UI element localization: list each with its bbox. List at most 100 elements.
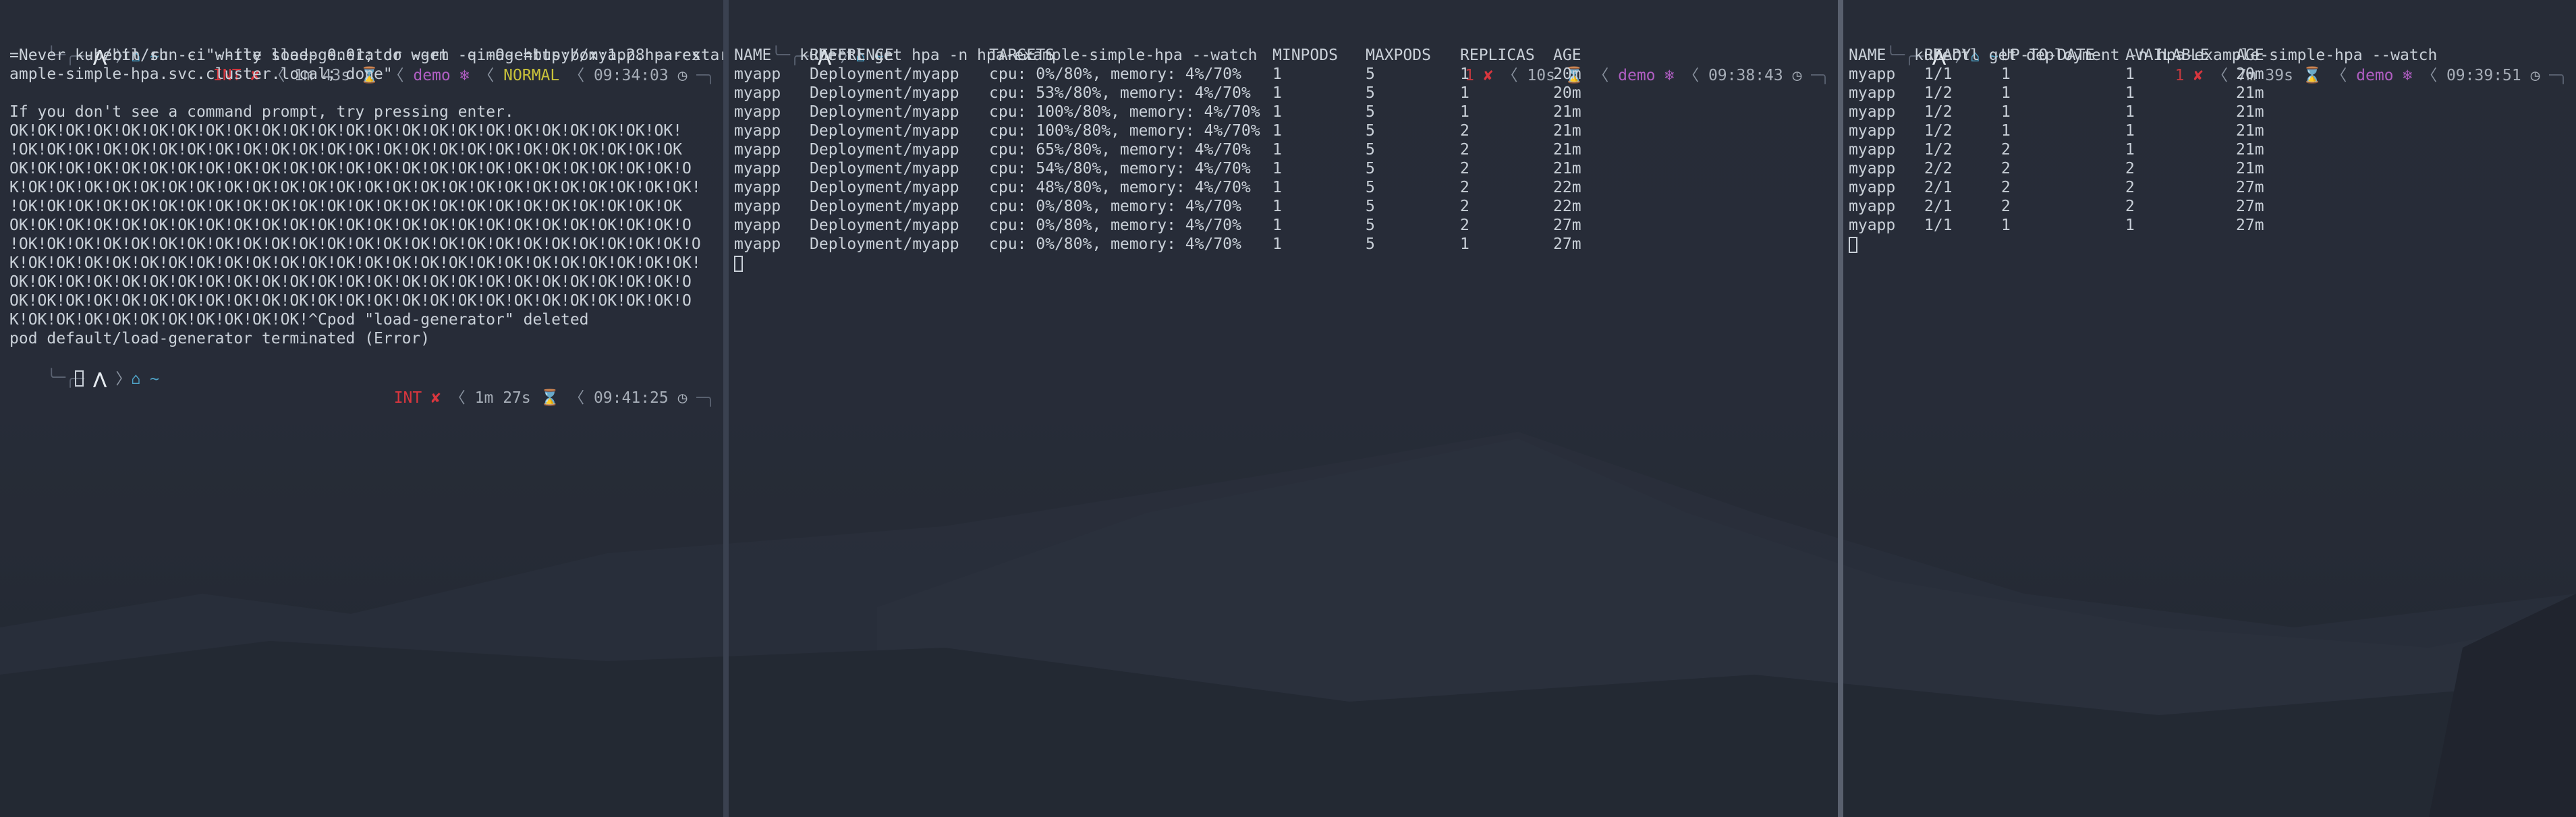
terminal-pane-left[interactable]: ╭─ ⋀ 〉⌂ ~ INT ✘ 〈 1m 43s ⌛ 〈 demo ❄ 〈 NO… [0,0,723,817]
table-cell: myapp [734,103,781,121]
table-cell: 2/1 [1924,198,1953,215]
table-cell: 2 [1460,198,1469,215]
table-cell: 1 [2001,65,2011,83]
table-cell: 1/1 [1924,217,1953,234]
table-cell: 2 [2001,198,2011,215]
table-cell: 2 [2001,179,2011,196]
table-cell: 5 [1366,65,1375,83]
table-cell: 1 [2001,217,2011,234]
table-cell: 1 [1272,65,1282,83]
output-line: OK!OK!OK!OK!OK!OK!OK!OK!OK!OK!OK!OK!OK!O… [9,122,682,140]
table-cell: 2 [1460,179,1469,196]
table-cell: myapp [1849,141,1896,159]
table-cell: 1/1 [1924,65,1953,83]
table-cell: cpu: 0%/80%, memory: 4%/70% [989,65,1241,83]
table-row: myapp Deployment/myapp cpu: 65%/80%, memor… [734,140,1838,159]
table-cell: myapp [1849,103,1896,121]
table-cell: myapp [734,198,781,215]
table-cell: 27m [2236,198,2264,215]
output-line: !OK!OK!OK!OK!OK!OK!OK!OK!OK!OK!OK!OK!OK!… [9,141,682,159]
table-cell: myapp [734,122,781,140]
cross-icon: ✘ [431,389,441,407]
column-header: REPLICAS [1460,47,1535,64]
table-cell: myapp [1849,84,1896,102]
output-line: K!OK!OK!OK!OK!OK!OK!OK!OK!OK!OK!OK!OK!OK… [9,254,701,272]
table-header: NAME READY UP-TO-DATE AVAILABLE AGE [1849,46,2576,65]
table-cell: 2 [2125,198,2135,215]
clock-icon: ◷ [677,389,688,407]
table-cell: 1 [1272,84,1282,102]
table-cell: cpu: 0%/80%, memory: 4%/70% [989,198,1241,215]
table-cell: Deployment/myapp [810,160,959,177]
table-row: myapp Deployment/myapp cpu: 0%/80%, memory… [734,197,1838,216]
table-row: myapp 1/2 1 1 21m [1849,121,2576,140]
table-cell: 1 [1460,65,1469,83]
prompt-bar: ╭─ ⋀ 〉⌂ ~ 1 ✘ 〈 7m 39s ⌛ 〈 demo ❄ 〈 09:3… [1905,48,2568,84]
table-cell: 1 [1460,103,1469,121]
table-cell: 1 [2125,84,2135,102]
table-cell: 1/2 [1924,84,1953,102]
output-line: OK!OK!OK!OK!OK!OK!OK!OK!OK!OK!OK!OK!OK!O… [9,217,692,234]
table-cell: 20m [2236,65,2264,83]
table-row: myapp Deployment/myapp cpu: 100%/80%, memo… [734,103,1838,121]
prompt-bar: ╭─ ⋀ 〉⌂ ~ INT ✘ 〈 1m 43s ⌛ 〈 demo ❄ 〈 NO… [65,48,715,84]
table-cell: 2/1 [1924,179,1953,196]
table-cell: 1 [2125,103,2135,121]
table-cell: 2/2 [1924,160,1953,177]
table-cell: 20m [1553,65,1581,83]
column-header: TARGETS [989,47,1055,64]
table-row: myapp Deployment/myapp cpu: 54%/80%, memor… [734,159,1838,178]
table-cell: myapp [1849,179,1896,196]
table-cell: Deployment/myapp [810,122,959,140]
arch-linux-icon: ⋀ [93,370,107,388]
terminal-pane-middle[interactable]: ╭─ ⋀ 〉⌂ ~ 1 ✘ 〈 10s ⌛ 〈 demo ❄ 〈 09:38:4… [729,0,1838,817]
table-row: myapp Deployment/myapp cpu: 53%/80%, memor… [734,84,1838,103]
table-cell: 5 [1366,235,1375,253]
output-line: !OK!OK!OK!OK!OK!OK!OK!OK!OK!OK!OK!OK!OK!… [9,235,701,253]
table-row: myapp 2/2 2 2 21m [1849,159,2576,178]
table-cell: myapp [734,217,781,234]
column-header: AGE [1553,47,1581,64]
table-row: myapp 2/1 2 2 27m [1849,178,2576,197]
column-header: MINPODS [1272,47,1338,64]
table-cell: 1 [2001,122,2011,140]
table-cell: 5 [1366,141,1375,159]
table-cell: myapp [1849,160,1896,177]
terminal-pane-right[interactable]: ╭─ ⋀ 〉⌂ ~ 1 ✘ 〈 7m 39s ⌛ 〈 demo ❄ 〈 09:3… [1843,0,2576,817]
terminal-cursor [1849,236,1857,253]
output-line: K!OK!OK!OK!OK!OK!OK!OK!OK!OK!OK!OK!OK!OK… [9,179,701,196]
column-header: NAME [734,47,772,64]
cwd: ~ [150,370,159,388]
input-line[interactable] [1849,235,1857,254]
table-cell: cpu: 65%/80%, memory: 4%/70% [989,141,1251,159]
table-cell: cpu: 54%/80%, memory: 4%/70% [989,160,1251,177]
table-cell: 21m [2236,122,2264,140]
input-line[interactable]: ╰─ [9,349,723,387]
command-duration: 1m 27s [474,389,531,407]
table-cell: 21m [1553,122,1581,140]
pane-divider[interactable] [1838,0,1843,817]
terminal-cursor [734,255,743,272]
output-line: K!OK!OK!OK!OK!OK!OK!OK!OK!OK!OK!^Cpod "l… [9,311,589,329]
table-cell: myapp [1849,217,1896,234]
table-cell: 27m [1553,217,1581,234]
table-cell: Deployment/myapp [810,198,959,215]
table-cell: cpu: 0%/80%, memory: 4%/70% [989,217,1241,234]
exit-status: INT [393,389,422,407]
column-header: REFERENCE [810,47,894,64]
pane-divider[interactable] [723,0,729,817]
table-row: myapp 2/1 2 2 27m [1849,197,2576,216]
table-header: NAME REFERENCE TARGETS MINPODS MAXPODS REPLIC… [734,46,1838,65]
table-cell: 21m [1553,141,1581,159]
table-cell: 22m [1553,179,1581,196]
table-cell: myapp [734,65,781,83]
table-cell: 27m [2236,217,2264,234]
input-line[interactable] [734,254,743,273]
table-cell: 21m [1553,160,1581,177]
table-cell: 27m [1553,235,1581,253]
table-cell: Deployment/myapp [810,179,959,196]
table-cell: 5 [1366,198,1375,215]
table-cell: 21m [2236,84,2264,102]
table-cell: 1 [1272,122,1282,140]
